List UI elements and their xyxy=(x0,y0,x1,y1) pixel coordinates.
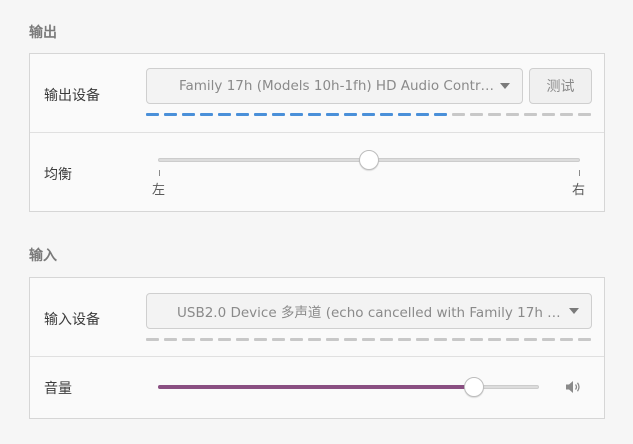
level-segment xyxy=(254,113,267,116)
level-segment xyxy=(254,338,267,341)
volume-label: 音量 xyxy=(44,381,72,397)
balance-left-label: 左 xyxy=(152,183,166,198)
level-segment xyxy=(524,338,537,341)
level-segment xyxy=(362,113,375,116)
balance-label: 均衡 xyxy=(44,167,72,183)
level-segment xyxy=(308,338,321,341)
balance-tick-right xyxy=(579,170,580,176)
level-segment xyxy=(272,338,285,341)
level-segment xyxy=(380,113,393,116)
output-section-title: 输出 xyxy=(29,25,57,41)
level-segment xyxy=(398,113,411,116)
level-segment xyxy=(506,113,519,116)
level-segment xyxy=(542,338,555,341)
output-device-combo[interactable]: Family 17h (Models 10h-1fh) HD Audio Con… xyxy=(146,68,523,104)
level-segment xyxy=(560,113,573,116)
balance-right-label: 右 xyxy=(572,183,586,198)
level-segment xyxy=(344,338,357,341)
level-segment xyxy=(164,113,177,116)
input-device-row: 输入设备 USB2.0 Device 多声道 (echo cancelled w… xyxy=(30,278,604,356)
level-segment xyxy=(146,113,159,116)
level-segment xyxy=(416,338,429,341)
level-segment xyxy=(416,113,429,116)
level-segment xyxy=(434,113,447,116)
chevron-down-icon xyxy=(500,83,510,89)
level-segment xyxy=(452,113,465,116)
level-segment xyxy=(200,338,213,341)
balance-slider-thumb[interactable] xyxy=(359,150,379,170)
input-level-meter xyxy=(146,338,592,341)
output-panel: 输出设备 Family 17h (Models 10h-1fh) HD Audi… xyxy=(29,53,605,212)
volume-row: 音量 xyxy=(30,356,604,418)
level-segment xyxy=(182,338,195,341)
level-segment xyxy=(398,338,411,341)
level-segment xyxy=(488,338,501,341)
level-segment xyxy=(146,338,159,341)
balance-row: 均衡 左 右 xyxy=(30,132,604,211)
level-segment xyxy=(452,338,465,341)
output-device-label: 输出设备 xyxy=(44,88,100,104)
input-device-label: 输入设备 xyxy=(44,312,100,328)
input-panel: 输入设备 USB2.0 Device 多声道 (echo cancelled w… xyxy=(29,277,605,419)
level-segment xyxy=(506,338,519,341)
volume-slider-fill xyxy=(158,385,475,389)
level-segment xyxy=(470,113,483,116)
volume-slider-thumb[interactable] xyxy=(464,377,485,397)
level-segment xyxy=(308,113,321,116)
input-device-value: USB2.0 Device 多声道 (echo cancelled with F… xyxy=(177,305,566,321)
input-section-title: 输入 xyxy=(29,248,57,264)
level-segment xyxy=(434,338,447,341)
test-button[interactable]: 测试 xyxy=(529,68,592,104)
level-segment xyxy=(362,338,375,341)
level-segment xyxy=(524,113,537,116)
balance-tick-left xyxy=(159,170,160,176)
level-segment xyxy=(542,113,555,116)
level-segment xyxy=(236,338,249,341)
level-segment xyxy=(470,338,483,341)
level-segment xyxy=(164,338,177,341)
level-segment xyxy=(290,113,303,116)
level-segment xyxy=(560,338,573,341)
level-segment xyxy=(488,113,501,116)
level-segment xyxy=(218,113,231,116)
level-segment xyxy=(380,338,393,341)
output-level-meter xyxy=(146,113,592,116)
level-segment xyxy=(578,338,591,341)
level-segment xyxy=(344,113,357,116)
level-segment xyxy=(326,338,339,341)
level-segment xyxy=(182,113,195,116)
level-segment xyxy=(290,338,303,341)
level-segment xyxy=(578,113,591,116)
level-segment xyxy=(218,338,231,341)
chevron-down-icon xyxy=(569,308,579,314)
level-segment xyxy=(236,113,249,116)
speaker-icon[interactable] xyxy=(564,379,582,395)
input-device-combo[interactable]: USB2.0 Device 多声道 (echo cancelled with F… xyxy=(146,293,592,329)
output-device-row: 输出设备 Family 17h (Models 10h-1fh) HD Audi… xyxy=(30,54,604,132)
output-device-value: Family 17h (Models 10h-1fh) HD Audio Con… xyxy=(178,78,495,94)
level-segment xyxy=(272,113,285,116)
level-segment xyxy=(326,113,339,116)
level-segment xyxy=(200,113,213,116)
